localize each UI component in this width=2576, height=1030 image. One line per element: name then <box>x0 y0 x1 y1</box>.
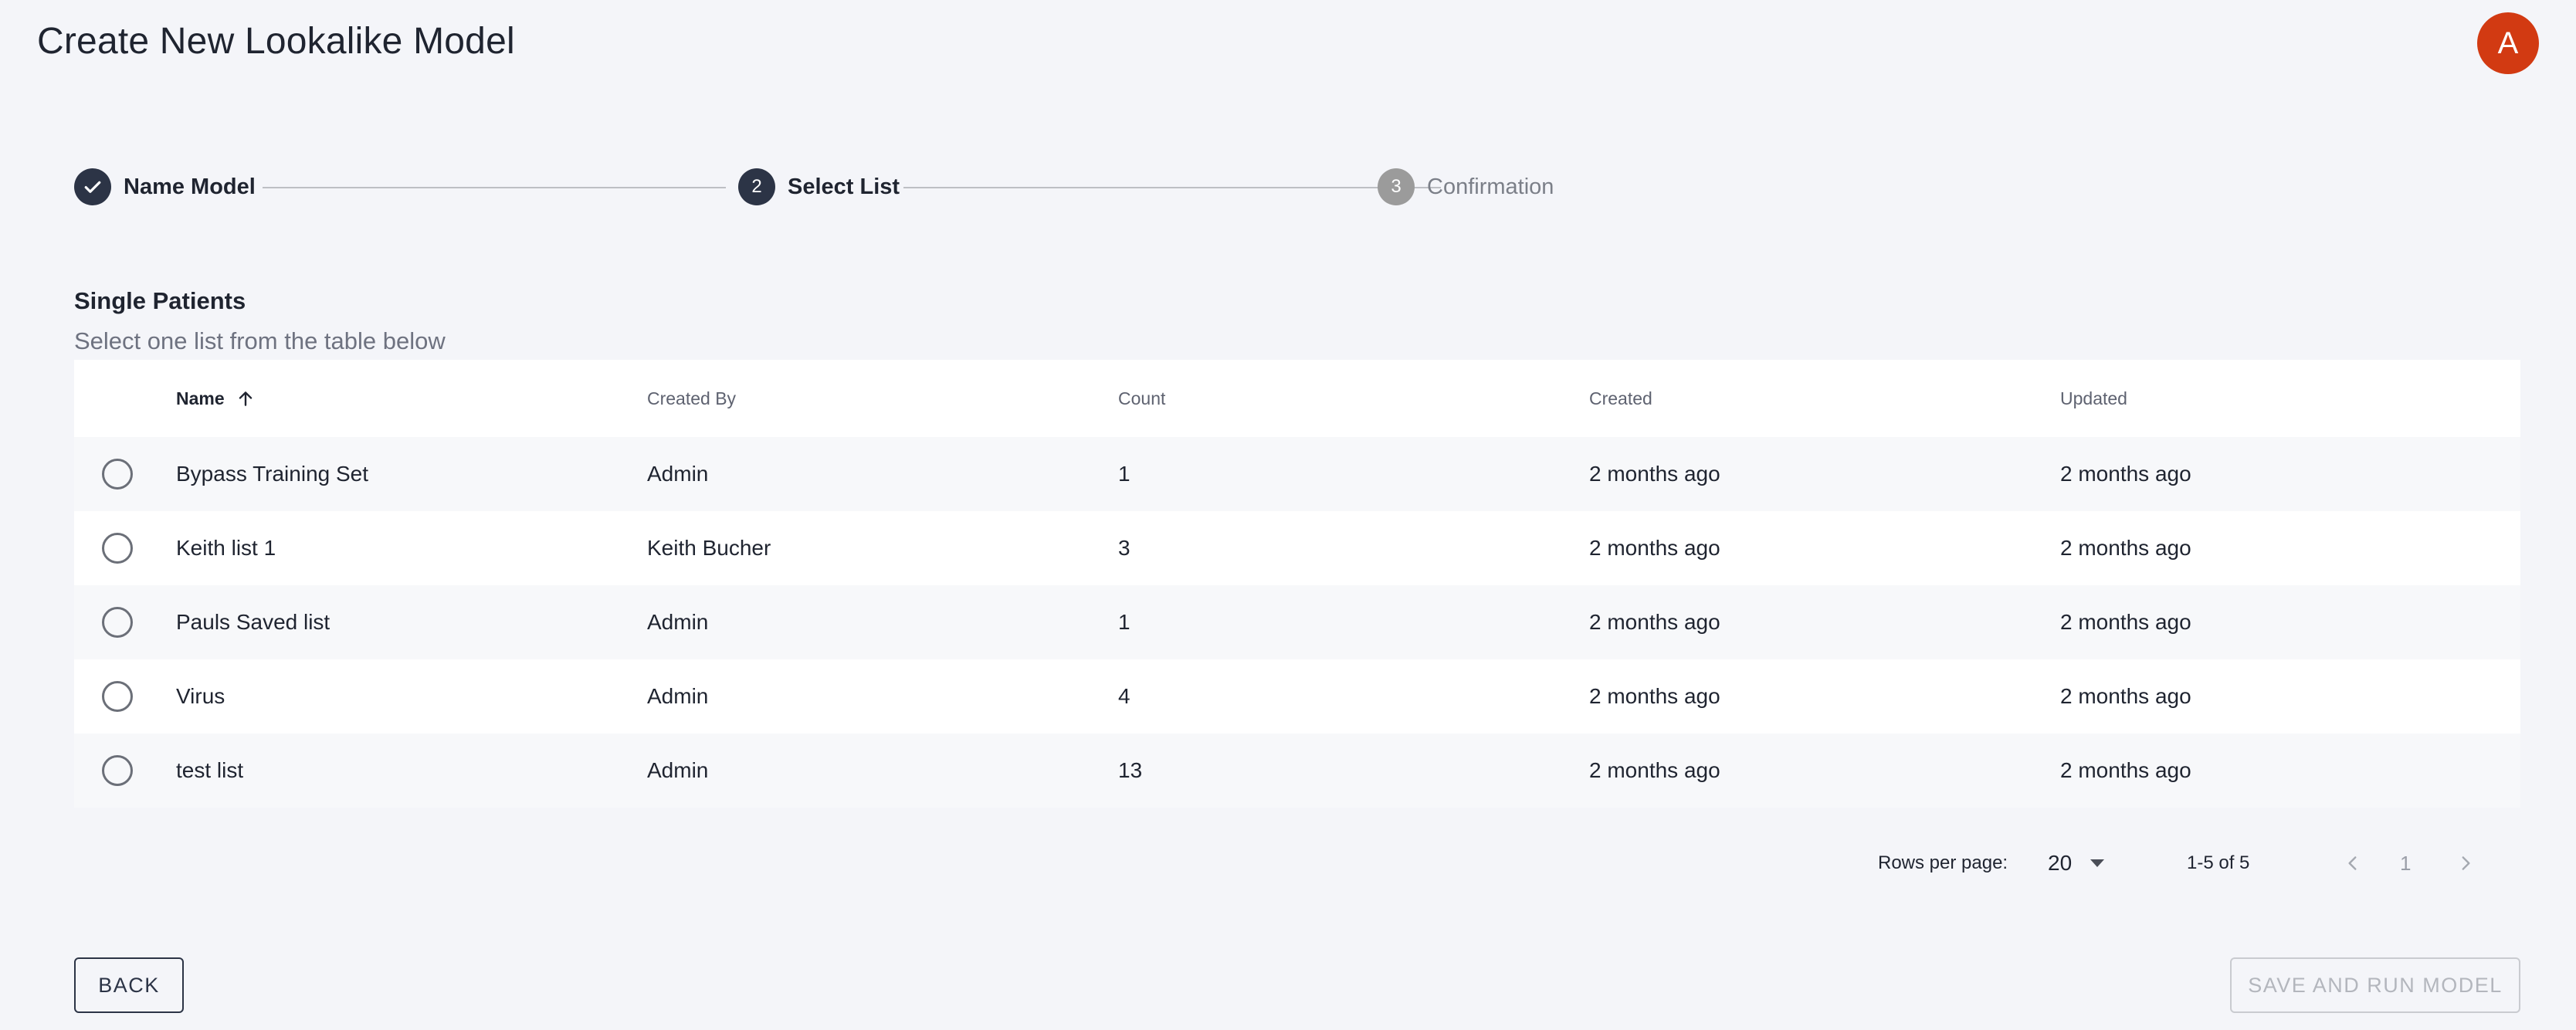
save-and-run-model-button[interactable]: SAVE AND RUN MODEL <box>2230 957 2520 1013</box>
cell-name: Bypass Training Set <box>176 462 369 486</box>
table-row[interactable]: Pauls Saved list Admin 1 2 months ago 2 … <box>74 585 2520 659</box>
next-page-button[interactable] <box>2456 846 2476 880</box>
step-select-list: 2 Select List <box>738 168 900 205</box>
cell-created: 2 months ago <box>1589 684 1720 708</box>
pagination-range: 1-5 of 5 <box>2187 852 2250 873</box>
stepper: Name Model 2 Select List 3 Confirmation <box>74 168 1588 207</box>
cell-name: test list <box>176 758 244 782</box>
table-row[interactable]: Virus Admin 4 2 months ago 2 months ago <box>74 659 2520 734</box>
step-3-number: 3 <box>1378 168 1415 205</box>
column-header-created-by[interactable]: Created By <box>647 388 1118 409</box>
column-header-count[interactable]: Count <box>1118 388 1589 409</box>
cell-updated: 2 months ago <box>2060 610 2191 634</box>
cell-created: 2 months ago <box>1589 758 1720 782</box>
step-connector-1 <box>263 187 726 188</box>
back-button[interactable]: BACK <box>74 957 184 1013</box>
cell-name: Pauls Saved list <box>176 610 330 634</box>
arrow-up-icon <box>239 391 252 406</box>
row-select-radio[interactable] <box>102 681 133 712</box>
cell-count: 1 <box>1118 462 1130 486</box>
cell-created-by: Admin <box>647 462 709 486</box>
check-icon <box>84 181 101 193</box>
column-header-name-label: Name <box>176 388 225 408</box>
cell-created-by: Keith Bucher <box>647 536 771 560</box>
cell-name: Virus <box>176 684 225 708</box>
cell-updated: 2 months ago <box>2060 758 2191 782</box>
caret-down-icon <box>2090 859 2105 867</box>
section-subtitle: Select one list from the table below <box>74 327 446 354</box>
row-select-radio[interactable] <box>102 459 133 490</box>
cell-created: 2 months ago <box>1589 610 1720 634</box>
cell-count: 3 <box>1118 536 1130 560</box>
cell-count: 13 <box>1118 758 1143 782</box>
rows-per-page-label: Rows per page: <box>1878 852 2008 873</box>
step-2-label: Select List <box>788 174 900 199</box>
step-2-number: 2 <box>738 168 775 205</box>
cell-created: 2 months ago <box>1589 462 1720 486</box>
step-1-check-circle <box>74 168 111 205</box>
cell-updated: 2 months ago <box>2060 536 2191 560</box>
previous-page-button[interactable] <box>2343 846 2363 880</box>
create-lookalike-page: Create New Lookalike Model A Name Model … <box>0 0 2576 1030</box>
table-header: Name Created By Count Created Updated <box>74 360 2520 437</box>
row-select-radio[interactable] <box>102 607 133 638</box>
row-select-radio[interactable] <box>102 755 133 786</box>
rows-per-page-select[interactable]: 20 <box>2048 846 2105 880</box>
chevron-right-icon <box>2462 856 2470 870</box>
lists-table: Name Created By Count Created Updated By… <box>74 360 2520 808</box>
current-page-number: 1 <box>2400 851 2412 875</box>
step-1-label: Name Model <box>124 174 256 199</box>
table-row[interactable]: Keith list 1 Keith Bucher 3 2 months ago… <box>74 511 2520 585</box>
cell-created-by: Admin <box>647 610 709 634</box>
step-3-label: Confirmation <box>1427 174 1554 199</box>
cell-created-by: Admin <box>647 684 709 708</box>
step-name-model: Name Model <box>74 168 256 205</box>
cell-updated: 2 months ago <box>2060 462 2191 486</box>
chevron-left-icon <box>2348 856 2357 870</box>
column-header-name[interactable]: Name <box>176 388 647 409</box>
column-header-created[interactable]: Created <box>1589 388 2060 409</box>
rows-per-page-value: 20 <box>2048 851 2073 875</box>
row-select-radio[interactable] <box>102 533 133 564</box>
cell-created: 2 months ago <box>1589 536 1720 560</box>
column-header-updated[interactable]: Updated <box>2060 388 2520 409</box>
table-pagination: Rows per page: 20 1-5 of 5 1 <box>0 846 2576 880</box>
step-confirmation: 3 Confirmation <box>1378 168 1554 205</box>
cell-updated: 2 months ago <box>2060 684 2191 708</box>
table-row[interactable]: Bypass Training Set Admin 1 2 months ago… <box>74 437 2520 511</box>
cell-name: Keith list 1 <box>176 536 276 560</box>
table-row[interactable]: test list Admin 13 2 months ago 2 months… <box>74 734 2520 808</box>
section-title: Single Patients <box>74 287 246 314</box>
cell-count: 1 <box>1118 610 1130 634</box>
cell-count: 4 <box>1118 684 1130 708</box>
page-title: Create New Lookalike Model <box>37 21 515 62</box>
user-avatar[interactable]: A <box>2477 12 2539 74</box>
step-connector-2 <box>903 187 1441 188</box>
cell-created-by: Admin <box>647 758 709 782</box>
